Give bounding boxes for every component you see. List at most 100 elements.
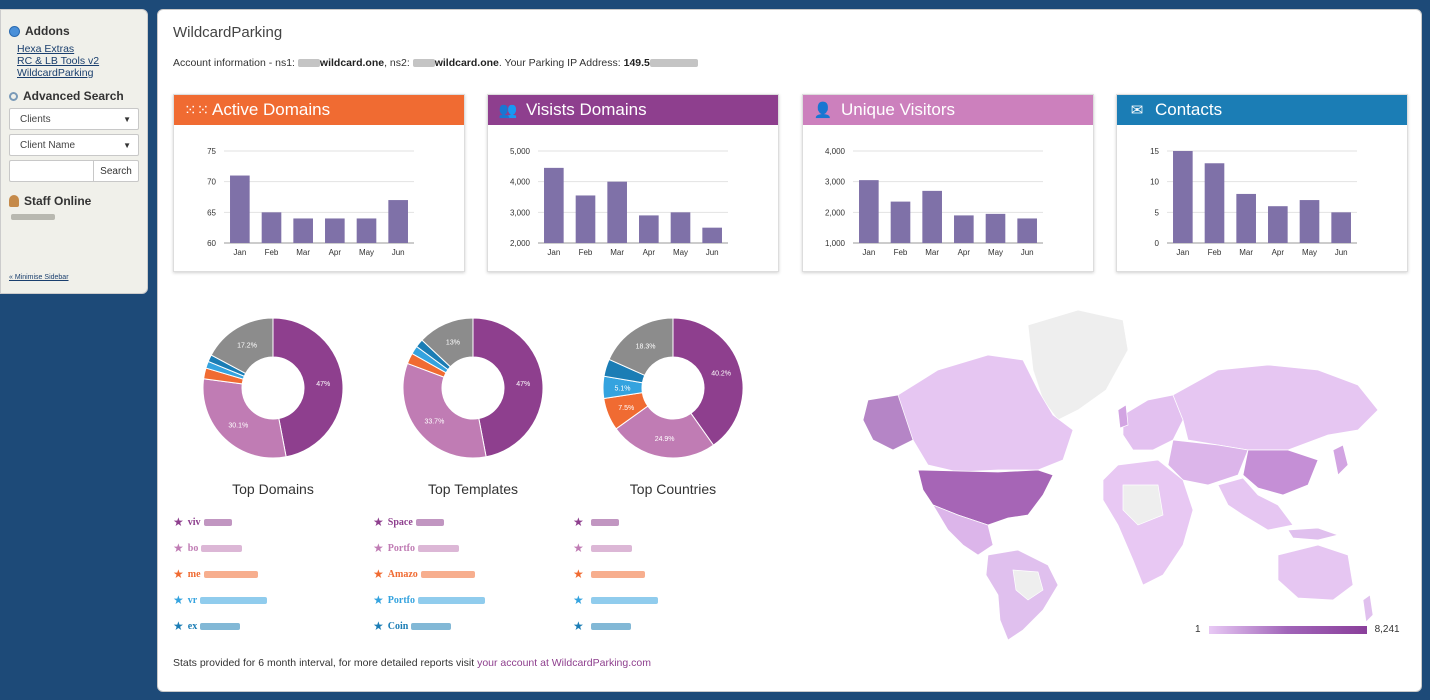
map-legend-min: 1 — [1195, 624, 1201, 635]
x-tick-label: Feb — [1208, 248, 1222, 257]
slice-1 — [202, 378, 287, 459]
x-tick-label: Apr — [643, 248, 656, 257]
x-tick-label: Feb — [579, 248, 593, 257]
bar-jun — [1331, 212, 1351, 243]
legend-item[interactable]: ★ — [573, 587, 773, 613]
x-tick-label: May — [359, 248, 374, 257]
legend-item[interactable]: ★ Coin — [373, 613, 573, 639]
star-icon: ★ — [373, 541, 384, 555]
search-input[interactable] — [9, 160, 93, 182]
legend-label: vr — [187, 594, 198, 606]
search-icon — [9, 91, 18, 101]
star-icon: ★ — [373, 619, 384, 633]
card-title: Unique Visitors — [841, 100, 956, 119]
legend-label: viv — [187, 516, 201, 528]
legend-item[interactable]: ★ vr — [173, 587, 373, 613]
addon-link-rc-lb-tools[interactable]: RC & LB Tools v2 — [17, 55, 139, 67]
slice-0 — [472, 317, 544, 458]
card-active-domains: ⁙⁙ Active Domains 60 65 70 75 Jan Feb Mar Apr Ma… — [173, 94, 465, 272]
search-type-value: Clients — [20, 113, 51, 125]
legend-label: Coin — [387, 620, 409, 632]
y-tick-label: 60 — [207, 239, 216, 248]
legend-label: ex — [187, 620, 198, 632]
y-tick-label: 4,000 — [825, 147, 846, 156]
star-icon: ★ — [173, 541, 184, 555]
slice-label: 24.9% — [655, 436, 675, 443]
slice-0 — [272, 317, 344, 458]
bar-apr — [1268, 206, 1288, 243]
map-region-china — [1242, 449, 1319, 496]
legend-item[interactable]: ★ me — [173, 561, 373, 587]
top-templates-legend: ★ Space ★ Portfo ★ Amazo ★ Portfo ★ Coin — [373, 509, 573, 639]
star-icon: ★ — [573, 515, 584, 529]
slice-label: 13% — [446, 340, 460, 347]
bar-jun — [388, 200, 408, 243]
legend-item[interactable]: ★ ex — [173, 613, 373, 639]
bar-jan — [1173, 151, 1193, 243]
page-title: WildcardParking — [173, 24, 283, 41]
x-tick-label: Jun — [1335, 248, 1348, 257]
bar-apr — [639, 215, 659, 243]
addon-link-wildcardparking[interactable]: WildcardParking — [17, 67, 139, 79]
redacted-text — [203, 518, 232, 526]
staff-name-redacted — [11, 214, 55, 220]
map-region-australia — [1277, 544, 1354, 601]
map-region-indonesia — [1287, 527, 1340, 541]
search-field-value: Client Name — [20, 139, 76, 151]
search-field-select[interactable]: Client Name ▼ — [9, 134, 139, 156]
redacted-text — [203, 570, 258, 578]
bar-jun — [1017, 218, 1037, 243]
legend-label: Space — [387, 516, 413, 528]
bar-may — [985, 213, 1006, 243]
legend-item[interactable]: ★ Portfo — [373, 587, 573, 613]
x-tick-label: Apr — [329, 248, 342, 257]
footer-account-link[interactable]: your account at WildcardParking.com — [477, 657, 651, 669]
addon-link-hexa-extras[interactable]: Hexa Extras — [17, 43, 139, 55]
slice-label: 18.3% — [636, 344, 656, 351]
bar-may — [1299, 200, 1320, 243]
search-type-select[interactable]: Clients ▼ — [9, 108, 139, 130]
legend-item[interactable]: ★ Space — [373, 509, 573, 535]
advanced-search-heading: Advanced Search — [9, 89, 139, 103]
legend-item[interactable]: ★ Amazo — [373, 561, 573, 587]
redacted-text — [415, 518, 444, 526]
map-region-africa — [1102, 459, 1194, 586]
top-domains-legend: ★ viv ★ bo ★ me ★ vr ★ ex — [173, 509, 373, 639]
bar-apr — [954, 215, 974, 243]
star-icon: ★ — [173, 619, 184, 633]
legend-item[interactable]: ★ Portfo — [373, 535, 573, 561]
search-button[interactable]: Search — [93, 160, 139, 182]
card-title: Visists Domains — [526, 100, 647, 119]
redacted-text — [590, 596, 658, 604]
card-header: 👥 Visists Domains — [488, 95, 778, 125]
redacted-ns2 — [412, 59, 435, 68]
map-region-new-zealand — [1362, 594, 1374, 623]
y-tick-label: 2,000 — [510, 239, 531, 248]
legend-item[interactable]: ★ — [573, 509, 773, 535]
addons-title: Addons — [25, 24, 70, 38]
slice-label: 7.5% — [618, 405, 634, 412]
x-tick-label: Mar — [925, 248, 939, 257]
legend-item[interactable]: ★ — [573, 613, 773, 639]
redacted-text — [417, 596, 485, 604]
legend-label: Portfo — [387, 594, 415, 606]
legend-item[interactable]: ★ bo — [173, 535, 373, 561]
minimise-sidebar-link[interactable]: « Minimise Sidebar — [9, 274, 69, 281]
legend-item[interactable]: ★ — [573, 535, 773, 561]
visits-domains-chart: 2,000 3,000 4,000 5,000 Jan Feb Mar Apr May Jun — [510, 147, 728, 257]
top-countries-block: 40.2% 24.9% 7.5% 5.1% 18.3% Top Countries ★ ★… — [573, 313, 773, 639]
addons-icon — [9, 25, 20, 37]
legend-label: Amazo — [387, 568, 418, 580]
x-tick-label: Mar — [1239, 248, 1253, 257]
staff-online-title: Staff Online — [24, 194, 92, 208]
star-icon: ★ — [373, 515, 384, 529]
legend-item[interactable]: ★ — [573, 561, 773, 587]
envelope-icon: ✉ — [1130, 102, 1144, 119]
x-tick-label: Jun — [392, 248, 405, 257]
bar-feb — [261, 212, 282, 243]
legend-item[interactable]: ★ viv — [173, 509, 373, 535]
card-title: Active Domains — [212, 100, 331, 119]
redacted-ns1 — [297, 59, 320, 68]
world-map[interactable] — [838, 300, 1393, 645]
bar-mar — [922, 190, 942, 243]
